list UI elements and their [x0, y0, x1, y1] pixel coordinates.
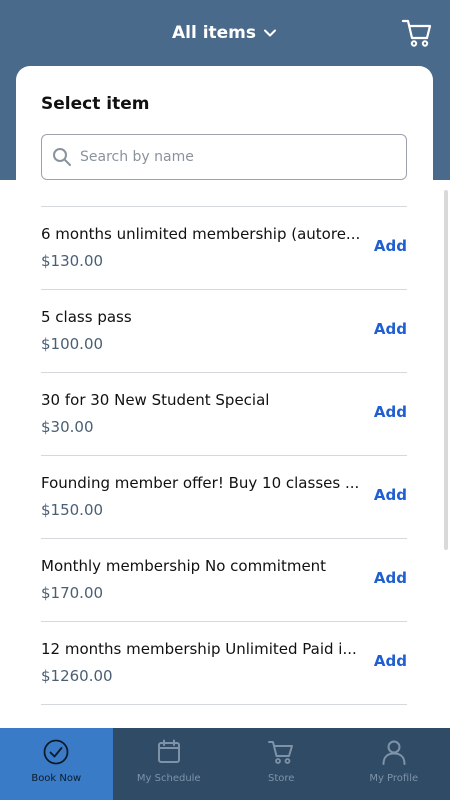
item-price: $170.00	[41, 584, 104, 602]
category-dropdown[interactable]: All items	[172, 23, 278, 43]
add-button[interactable]: Add	[374, 569, 407, 587]
tab-store[interactable]: Store	[225, 728, 338, 800]
item-name: 12 months membership Unlimited Paid i...	[41, 640, 357, 658]
add-button[interactable]: Add	[374, 237, 407, 255]
list-item: 12 months membership Unlimited Paid i...…	[41, 622, 407, 705]
scrollbar[interactable]	[444, 190, 448, 550]
cart-button[interactable]	[400, 16, 434, 50]
shopping-cart-icon	[401, 19, 432, 47]
tab-label: My Profile	[369, 773, 419, 784]
bottom-tab-bar: Book Now My Schedule Store My Profile	[0, 728, 450, 800]
add-button[interactable]: Add	[374, 486, 407, 504]
tab-my-schedule[interactable]: My Schedule	[113, 728, 226, 800]
item-price: $130.00	[41, 252, 104, 270]
item-list: 6 months unlimited membership (autore...…	[41, 206, 407, 705]
card-title: Select item	[41, 94, 150, 114]
list-item: Founding member offer! Buy 10 classes ..…	[41, 456, 407, 539]
item-price: $150.00	[41, 501, 104, 519]
tab-label: Store	[268, 773, 295, 784]
item-name: 30 for 30 New Student Special	[41, 391, 270, 409]
calendar-icon	[157, 739, 180, 763]
add-button[interactable]: Add	[374, 403, 407, 421]
search-box[interactable]	[41, 134, 407, 180]
search-input[interactable]	[80, 149, 380, 165]
tab-label: Book Now	[31, 773, 82, 784]
add-button[interactable]: Add	[374, 320, 407, 338]
item-name: 5 class pass	[41, 308, 132, 326]
list-item: 6 months unlimited membership (autore...…	[41, 207, 407, 290]
list-item: 5 class pass $100.00 Add	[41, 290, 407, 373]
item-price: $1260.00	[41, 667, 113, 685]
tab-book-now[interactable]: Book Now	[0, 728, 113, 800]
item-price: $30.00	[41, 418, 94, 436]
item-price: $100.00	[41, 335, 104, 353]
tab-label: My Schedule	[136, 773, 201, 784]
item-name: Monthly membership No commitment	[41, 557, 327, 575]
item-name: Founding member offer! Buy 10 classes ..…	[41, 474, 360, 492]
item-name: 6 months unlimited membership (autore...	[41, 225, 361, 243]
search-icon	[53, 148, 71, 166]
select-item-card: Select item 6 months unlimited membershi…	[16, 66, 433, 746]
add-button[interactable]: Add	[374, 652, 407, 670]
check-circle-icon	[43, 739, 69, 765]
shopping-cart-icon	[268, 741, 294, 764]
category-dropdown-label: All items	[171, 23, 257, 43]
header: All items	[0, 0, 450, 66]
chevron-down-icon	[264, 29, 277, 37]
person-icon	[382, 740, 406, 765]
list-item: 30 for 30 New Student Special $30.00 Add	[41, 373, 407, 456]
tab-my-profile[interactable]: My Profile	[338, 728, 450, 800]
list-item: Monthly membership No commitment $170.00…	[41, 539, 407, 622]
